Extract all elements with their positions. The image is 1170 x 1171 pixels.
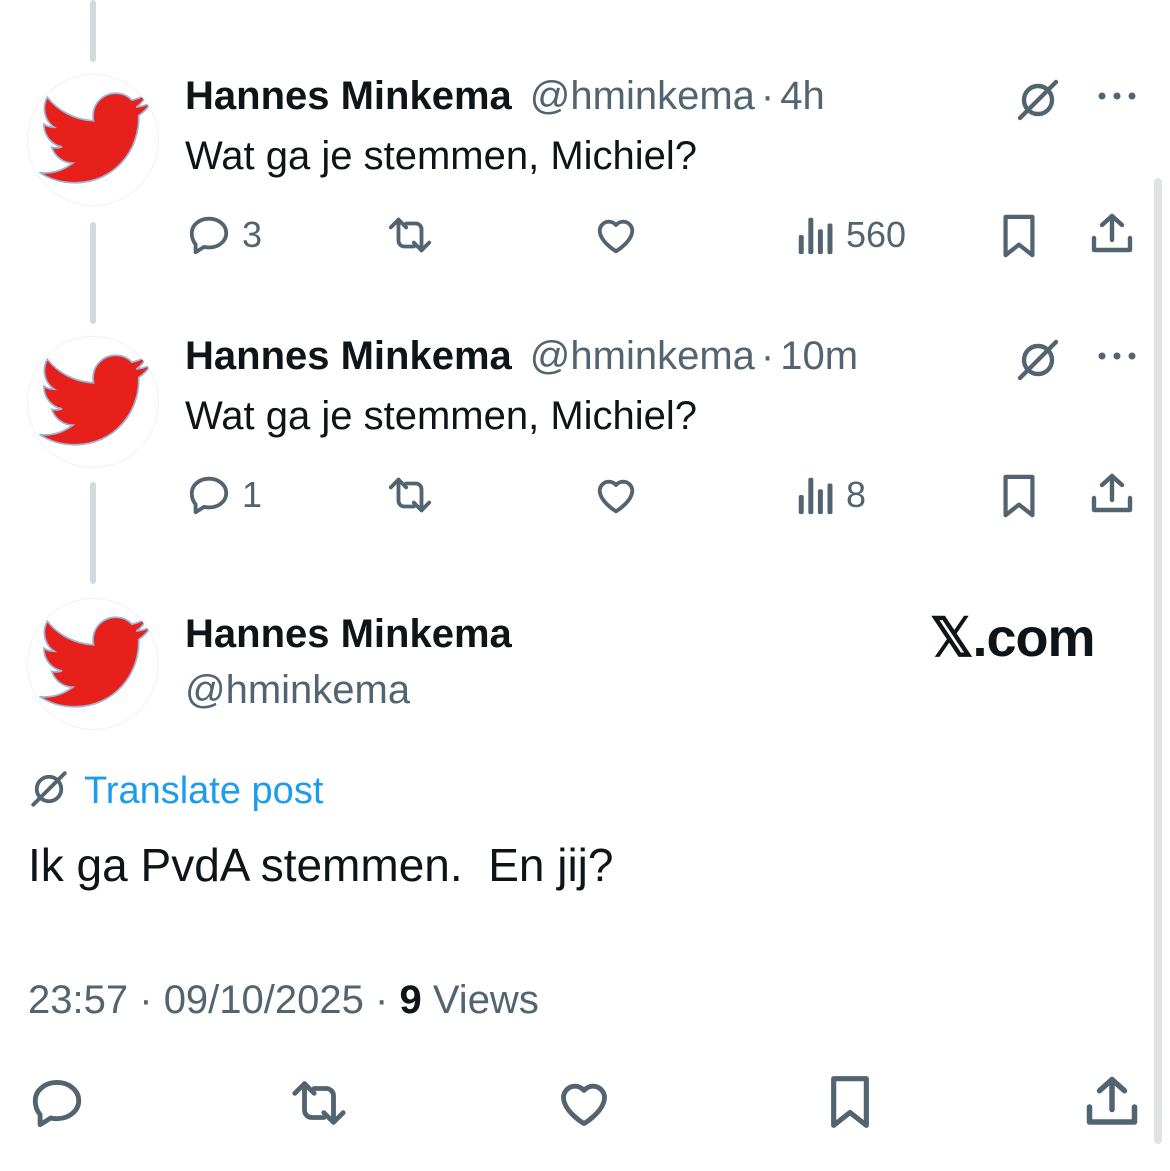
share-button[interactable] — [1088, 210, 1136, 258]
like-icon — [597, 219, 635, 254]
handle[interactable]: @hminkema — [530, 74, 755, 119]
bookmark-icon — [831, 1076, 869, 1128]
repost-button[interactable] — [286, 1074, 352, 1132]
like-button[interactable] — [592, 472, 640, 518]
views-icon — [798, 217, 833, 255]
thread-line-top — [90, 0, 96, 62]
translate-post-row[interactable]: Translate post — [28, 768, 323, 815]
tweet-text: Wat ga je stemmen, Michiel? — [185, 394, 698, 438]
thread-line-2 — [90, 482, 96, 584]
separator: · — [760, 334, 775, 378]
globe-slash-icon[interactable] — [1014, 336, 1062, 389]
like-button[interactable] — [554, 1074, 614, 1132]
bookmark-button[interactable] — [822, 1070, 878, 1134]
thread-line-1 — [90, 222, 96, 324]
share-button[interactable] — [1082, 1072, 1142, 1132]
views-count[interactable]: 9 — [399, 978, 421, 1022]
post-meta: 23:57 · 09/10/2025 · 9 Views — [28, 978, 539, 1023]
display-name[interactable]: Hannes Minkema — [185, 74, 512, 119]
reply-button[interactable]: 3 — [186, 212, 262, 258]
bird-logo-icon — [38, 354, 152, 446]
reply-count: 3 — [242, 214, 263, 255]
views-count: 560 — [846, 214, 907, 255]
views-button[interactable]: 8 — [796, 472, 866, 518]
reply-icon — [189, 216, 229, 255]
repost-button[interactable] — [384, 212, 436, 258]
handle[interactable]: @hminkema — [530, 334, 755, 379]
timestamp[interactable]: 10m — [780, 334, 858, 379]
reply-header: Hannes Minkema @hminkema · 10m — [185, 334, 858, 378]
bookmark-icon — [1003, 474, 1035, 518]
avatar[interactable] — [27, 74, 159, 206]
reply-header: Hannes Minkema @hminkema · 4h — [185, 74, 825, 118]
separator: · — [139, 978, 153, 1022]
bookmark-icon — [1003, 214, 1035, 258]
reply-button[interactable] — [28, 1074, 86, 1132]
tweet-text: Wat ga je stemmen, Michiel? — [185, 134, 698, 178]
more-icon[interactable] — [1094, 86, 1140, 111]
reply-count: 1 — [242, 474, 263, 515]
main-handle[interactable]: @hminkema — [185, 668, 410, 713]
translate-post-link[interactable]: Translate post — [84, 770, 323, 813]
main-display-name[interactable]: Hannes Minkema — [185, 612, 512, 657]
separator: · — [375, 978, 389, 1022]
reply-button[interactable]: 1 — [186, 472, 262, 518]
post-text: Ik ga PvdA stemmen. En jij? — [28, 839, 614, 891]
share-icon — [1091, 213, 1133, 253]
share-icon — [1086, 1076, 1138, 1125]
post-date[interactable]: 09/10/2025 — [164, 978, 364, 1022]
bookmark-button[interactable] — [996, 470, 1042, 522]
share-button[interactable] — [1088, 470, 1136, 518]
repost-icon — [292, 1081, 346, 1125]
scrollbar[interactable] — [1154, 178, 1162, 1144]
reply-icon — [189, 476, 229, 515]
post-time[interactable]: 23:57 — [28, 978, 128, 1022]
like-button[interactable] — [592, 212, 640, 258]
views-icon — [798, 477, 833, 515]
globe-slash-icon[interactable] — [1014, 76, 1062, 129]
timestamp[interactable]: 4h — [780, 74, 825, 119]
share-icon — [1091, 473, 1133, 513]
views-button[interactable]: 560 — [796, 212, 906, 258]
repost-icon — [388, 477, 432, 513]
repost-icon — [388, 217, 432, 253]
like-icon — [561, 1083, 607, 1126]
reply-icon — [32, 1080, 82, 1128]
bird-logo-icon — [38, 92, 152, 184]
separator: · — [760, 74, 775, 118]
display-name[interactable]: Hannes Minkema — [185, 334, 512, 379]
views-label[interactable]: Views — [433, 978, 539, 1022]
avatar[interactable] — [27, 336, 159, 468]
globe-slash-icon — [28, 768, 70, 815]
repost-button[interactable] — [384, 472, 436, 518]
bird-logo-icon — [38, 616, 152, 708]
bookmark-button[interactable] — [996, 210, 1042, 262]
views-count: 8 — [846, 474, 867, 515]
like-icon — [597, 479, 635, 514]
x-com-watermark: 𝕏.com — [930, 608, 1096, 668]
main-avatar[interactable] — [27, 598, 159, 730]
more-icon[interactable] — [1094, 346, 1140, 371]
